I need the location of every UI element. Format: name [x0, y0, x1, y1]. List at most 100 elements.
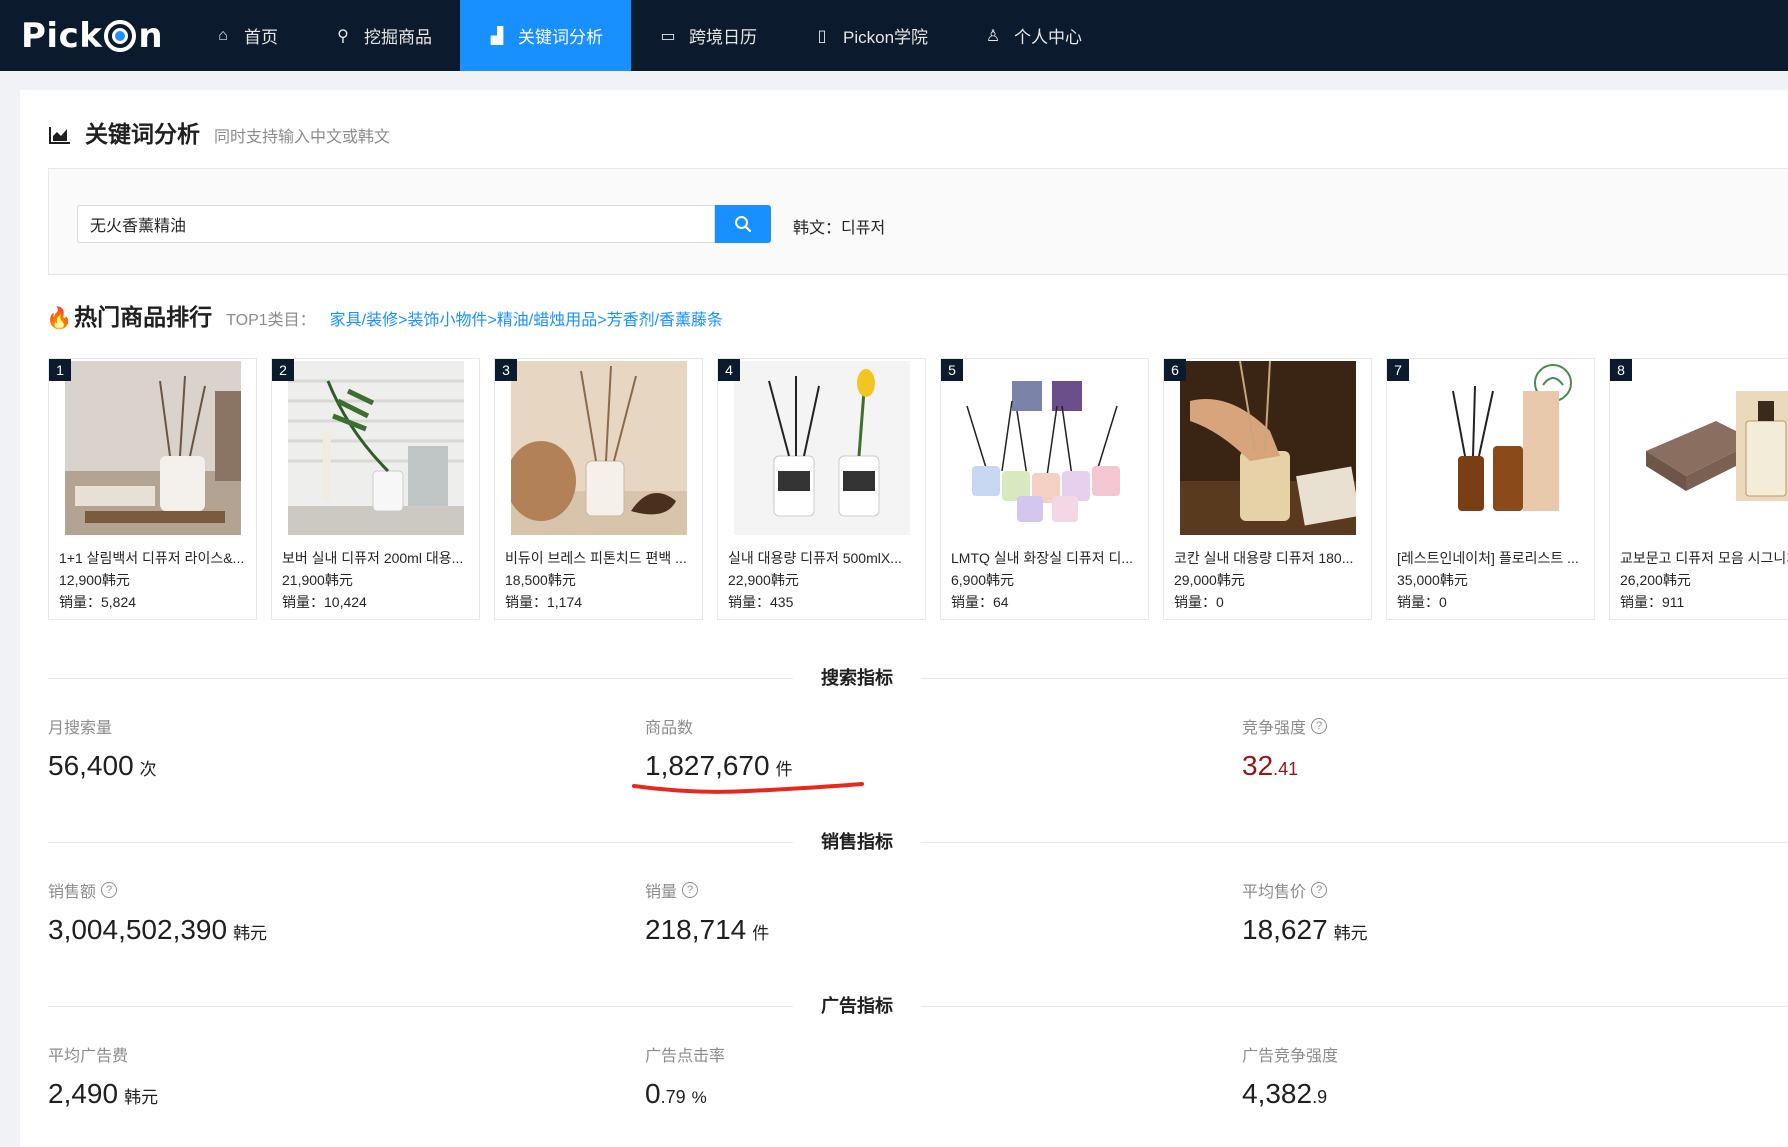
ranking-title: 🔥热门商品排行: [46, 298, 212, 332]
metric-sales-amount: 销售额? 3,004,502,390 韩元: [48, 878, 267, 946]
product-name: 코칸 실내 대용량 디퓨저 180...: [1174, 550, 1354, 566]
section-title-search: 搜索指标: [793, 664, 921, 690]
product-name: LMTQ 실내 화장실 디퓨저 디...: [951, 550, 1134, 566]
product-card[interactable]: 2 보버 실내 디퓨저 200ml 대용... 21,900韩元 销量：10,4…: [271, 358, 480, 620]
nav-label: 挖掘商品: [364, 28, 432, 47]
product-image: [1403, 361, 1579, 535]
section-title-ads: 广告指标: [793, 992, 921, 1018]
product-sales: 销量：911: [1620, 594, 1685, 610]
product-card[interactable]: 5 LMTQ 실내 화장실 디퓨저 디... 6,900韩元 销量：64: [940, 358, 1149, 620]
nav-calendar[interactable]: ▭ 跨境日历: [631, 0, 785, 71]
chart-icon: ▟: [490, 27, 504, 45]
rank-badge: 3: [495, 359, 517, 381]
product-sales: 销量：0: [1174, 594, 1224, 610]
search-icon: ⚲: [337, 27, 349, 45]
metric-label: 月搜索量: [48, 720, 113, 737]
rank-badge: 6: [1164, 359, 1186, 381]
help-icon[interactable]: ?: [1311, 882, 1328, 898]
metric-value: 18,627: [1242, 914, 1328, 945]
product-image: [1180, 361, 1356, 535]
metric-value-int: 32: [1242, 750, 1274, 781]
user-icon: ♙: [985, 27, 1001, 45]
nav-academy[interactable]: ▯ Pickon学院: [785, 0, 956, 71]
product-image: [734, 361, 910, 535]
metric-product-count: 商品数 1,827,670 件: [645, 714, 793, 782]
keyword-search-input[interactable]: 无火香薰精油: [77, 205, 715, 243]
product-sales: 销量：1,174: [505, 594, 583, 610]
product-name: [레스트인네이처] 플로리스트 ...: [1397, 550, 1579, 566]
nav-keyword-analysis[interactable]: ▟ 关键词分析: [460, 0, 631, 71]
metric-avg-ad-cost: 平均广告费 2,490 韩元: [48, 1042, 158, 1110]
fire-icon: 🔥: [46, 307, 73, 330]
book-icon: ▯: [817, 27, 827, 45]
top1-category-link[interactable]: 家具/装修>装饰小物件>精油/蜡烛用品>芳香剂/香薰藤条: [330, 306, 723, 330]
metric-value: 56,400: [48, 750, 134, 781]
metric-unit: 次: [139, 760, 157, 779]
product-price: 6,900韩元: [951, 572, 1015, 588]
metric-unit: %: [691, 1088, 707, 1107]
nav-label: 首页: [244, 28, 278, 47]
nav-mining[interactable]: ⚲ 挖掘商品: [306, 0, 460, 71]
metric-unit: 件: [752, 924, 770, 943]
product-image: [1626, 361, 1788, 535]
product-sales: 销量：64: [951, 594, 1009, 610]
product-sales: 销量：10,424: [282, 594, 367, 610]
metric-label: 平均售价: [1242, 884, 1307, 901]
product-image: [957, 361, 1133, 535]
product-card[interactable]: 1 1+1 살림백서 디퓨저 라이스&... 12,900韩元 销量：5,824: [48, 358, 257, 620]
search-icon: [735, 216, 752, 233]
nav-label: Pickon学院: [843, 28, 929, 47]
page-subtitle: 同时支持输入中文或韩文: [214, 129, 391, 146]
logo-eye-icon: [104, 19, 137, 52]
section-divider-sales: 销售指标: [48, 828, 1788, 854]
nav-profile[interactable]: ♙ 个人中心: [956, 0, 1110, 71]
product-card[interactable]: 6 코칸 실내 대용량 디퓨저 180... 29,000韩元 销量：0: [1163, 358, 1372, 620]
product-price: 12,900韩元: [59, 572, 130, 588]
search-button[interactable]: [715, 205, 771, 243]
pickon-logo[interactable]: Pick n: [0, 0, 186, 71]
product-card[interactable]: 3 비듀이 브레스 피톤치드 편백 ... 18,500韩元 销量：1,174: [494, 358, 703, 620]
product-ranking-list: 1 1+1 살림백서 디퓨저 라이스&... 12,900韩元 销量：5,824…: [48, 358, 1788, 620]
metric-label: 销售额: [48, 884, 97, 901]
metric-competition: 竞争强度? 32.41: [1242, 714, 1328, 782]
section-title-sales: 销售指标: [793, 828, 921, 854]
product-price: 18,500韩元: [505, 572, 576, 588]
metric-sales-volume: 销量? 218,714 件: [645, 878, 769, 946]
top1-category-label: TOP1类目：: [226, 312, 316, 329]
area-chart-icon: [49, 127, 70, 144]
metric-value: 2,490: [48, 1078, 119, 1109]
metric-label: 广告竞争强度: [1242, 1048, 1339, 1065]
product-sales: 销量：5,824: [59, 594, 137, 610]
product-price: 22,900韩元: [728, 572, 799, 588]
metric-label: 销量: [645, 884, 678, 901]
page-header: 关键词分析 同时支持输入中文或韩文: [49, 115, 390, 149]
red-underline-annotation: [632, 782, 864, 794]
rank-badge: 5: [941, 359, 963, 381]
product-name: 교보문고 디퓨저 모음 시그니처: [1620, 550, 1788, 566]
product-price: 26,200韩元: [1620, 572, 1691, 588]
product-card[interactable]: 4 실내 대용량 디퓨저 500mlX... 22,900韩元 销量：435: [717, 358, 926, 620]
help-icon[interactable]: ?: [682, 882, 699, 898]
product-card[interactable]: 7 [레스트인네이처] 플로리스트 ... 35,000韩元 销量：0: [1386, 358, 1595, 620]
rank-badge: 4: [718, 359, 740, 381]
product-name: 실내 대용량 디퓨저 500mlX...: [728, 550, 902, 566]
page-title: 关键词分析: [85, 121, 200, 147]
metric-value: 218,714: [645, 914, 747, 945]
product-price: 35,000韩元: [1397, 572, 1468, 588]
metric-value: 3,004,502,390: [48, 914, 228, 945]
metric-label: 商品数: [645, 720, 694, 737]
product-card[interactable]: 8 교보문고 디퓨저 모음 시그니처 26,200韩元 销量：911: [1609, 358, 1788, 620]
product-sales: 销量：0: [1397, 594, 1447, 610]
metric-value-dec: .9: [1312, 1087, 1328, 1107]
metric-unit: 韩元: [1333, 924, 1368, 943]
product-sales: 销量：435: [728, 594, 794, 610]
metric-ad-competition: 广告竞争强度 4,382.9: [1242, 1042, 1338, 1110]
metric-ad-ctr: 广告点击率 0.79%: [645, 1042, 725, 1110]
metric-avg-price: 平均售价? 18,627 韩元: [1242, 878, 1368, 946]
product-image: [65, 361, 241, 535]
help-icon[interactable]: ?: [1311, 718, 1328, 734]
metric-label: 平均广告费: [48, 1048, 129, 1065]
main-content: 关键词分析 同时支持输入中文或韩文 无火香薰精油 韩文：디퓨저 🔥热门商品排行 …: [20, 90, 1788, 1147]
help-icon[interactable]: ?: [101, 882, 118, 898]
nav-home[interactable]: ⌂ 首页: [186, 0, 306, 71]
